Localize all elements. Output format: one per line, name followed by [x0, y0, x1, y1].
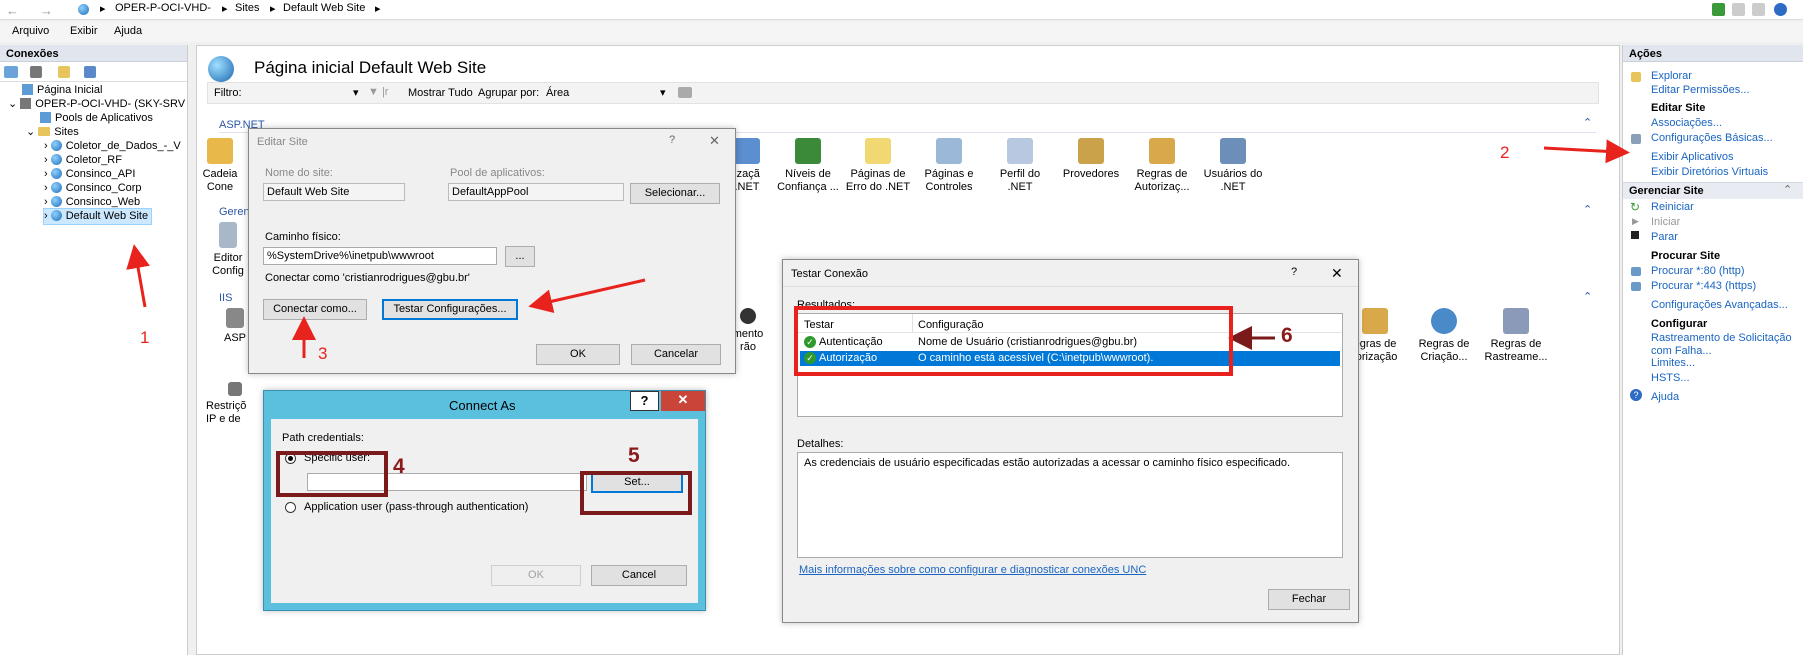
annotation-2: 2	[1500, 143, 1510, 162]
highlight-set-button	[580, 471, 692, 515]
arrow-2	[1543, 139, 1630, 164]
highlight-results	[794, 306, 1233, 376]
arrow-1	[126, 244, 150, 308]
annotation-1: 1	[140, 328, 150, 347]
annotation-3: 3	[318, 344, 328, 363]
annotation-4: 4	[393, 455, 405, 478]
annotation-5: 5	[628, 444, 640, 467]
arrow-test	[528, 278, 646, 314]
annotation-6: 6	[1281, 324, 1293, 347]
highlight-specific-user	[276, 451, 388, 497]
